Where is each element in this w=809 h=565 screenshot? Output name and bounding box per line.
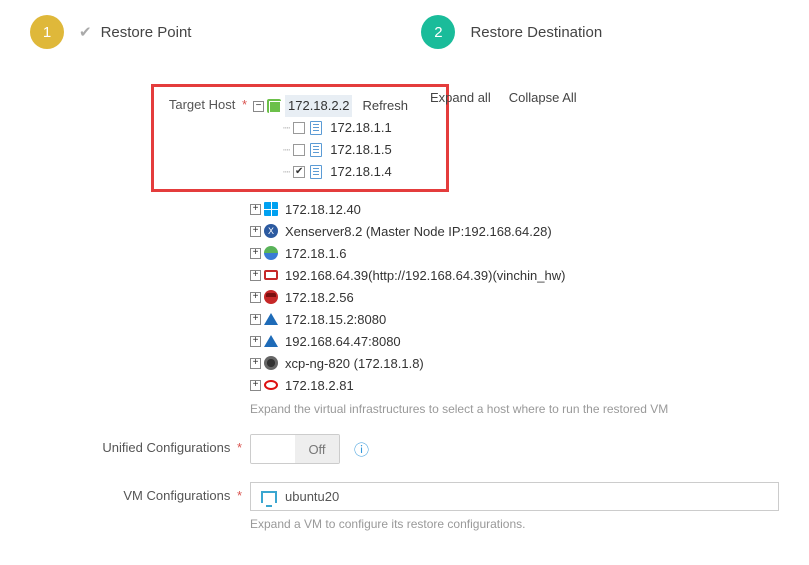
label-vm-config: VM Configurations [123, 488, 230, 503]
step-restore-point[interactable]: 1 ✔ Restore Point [30, 15, 191, 49]
tree-node-row: + 172.18.15.2:8080 [250, 308, 779, 330]
tree-child-row: ┈ 172.18.1.1 [283, 117, 440, 139]
tree-node-row: + 192.168.64.39(http://192.168.64.39)(vi… [250, 264, 779, 286]
host-checkbox[interactable] [293, 144, 305, 156]
xenserver-icon: X [264, 224, 278, 238]
tree-node-row: + 172.18.2.81 [250, 374, 779, 396]
step-1-label: Restore Point [101, 24, 192, 41]
tree-node-label[interactable]: 192.168.64.39(http://192.168.64.39)(vinc… [282, 268, 568, 283]
tree-child-row: ┈ 172.18.1.4 [283, 161, 440, 183]
sangfor-icon [264, 246, 278, 260]
tree-expand-icon[interactable]: + [250, 226, 261, 237]
tree-root-row: − 172.18.2.2 Refresh [253, 95, 440, 117]
refresh-link[interactable]: Refresh [362, 95, 408, 117]
tree-expand-icon[interactable]: + [250, 248, 261, 259]
vm-config-item[interactable]: ubuntu20 [250, 482, 779, 511]
tree-expand-icon[interactable]: + [250, 336, 261, 347]
host-checkbox[interactable] [293, 166, 305, 178]
oracle-icon [264, 378, 278, 392]
vmware-icon [267, 99, 281, 113]
tree-node-label[interactable]: Xenserver8.2 (Master Node IP:192.168.64.… [282, 224, 555, 239]
tree-node-label[interactable]: 172.18.1.6 [282, 246, 349, 261]
tree-node-label[interactable]: 172.18.15.2:8080 [282, 312, 389, 327]
vm-config-hint: Expand a VM to configure its restore con… [250, 517, 779, 531]
label-target-host-text: Target Host [169, 97, 235, 112]
step-2-label: Restore Destination [470, 24, 602, 41]
tree-node-label[interactable]: 192.168.64.47:8080 [282, 334, 404, 349]
tree-node-row: + 172.18.12.40 [250, 198, 779, 220]
vm-name: ubuntu20 [285, 489, 339, 504]
field-vm-config: VM Configurations * ubuntu20 Expand a VM… [30, 482, 779, 531]
host-icon [309, 121, 323, 135]
tree-expand-icon[interactable]: + [250, 292, 261, 303]
tree-expand-icon[interactable]: + [250, 358, 261, 369]
tree-node-row: + 192.168.64.47:8080 [250, 330, 779, 352]
tree-node-label[interactable]: 172.18.12.40 [282, 202, 364, 217]
toggle-off-label: Off [295, 435, 339, 463]
target-host-hint: Expand the virtual infrastructures to se… [250, 402, 779, 416]
windows-icon [264, 202, 278, 216]
tree-child-label[interactable]: 172.18.1.4 [327, 161, 394, 183]
info-icon[interactable]: ⓘ [354, 439, 369, 460]
unified-config-toggle[interactable]: Off [250, 434, 340, 464]
azure-icon [264, 312, 278, 326]
check-icon: ✔ [79, 23, 92, 41]
tree-node-label[interactable]: xcp-ng-820 (172.18.1.8) [282, 356, 427, 371]
tree-node-label[interactable]: 172.18.2.56 [282, 290, 357, 305]
tree-child-row: ┈ 172.18.1.5 [283, 139, 440, 161]
tree-expand-icon[interactable]: + [250, 314, 261, 325]
label-unified-config: Unified Configurations [102, 440, 230, 455]
tree-collapse-icon[interactable]: − [253, 101, 264, 112]
tree-node-label[interactable]: 172.18.2.81 [282, 378, 357, 393]
highlight-box: Target Host * − 172.18.2.2 Refresh [151, 84, 449, 192]
tree-children: ┈ 172.18.1.1 ┈ 172.18.1.5 [253, 117, 440, 183]
tree-node-row: + 172.18.1.6 [250, 242, 779, 264]
tree-child-label[interactable]: 172.18.1.1 [327, 117, 394, 139]
tree-expand-icon[interactable]: + [250, 380, 261, 391]
field-target-host: Target Host * − 172.18.2.2 Refresh [30, 84, 779, 416]
host-icon [309, 165, 323, 179]
wizard-steps: 1 ✔ Restore Point 2 Restore Destination [0, 0, 809, 64]
host-icon [309, 143, 323, 157]
tree-expand-icon[interactable]: + [250, 270, 261, 281]
step-restore-destination[interactable]: 2 Restore Destination [421, 15, 602, 49]
tree-node-row: + X Xenserver8.2 (Master Node IP:192.168… [250, 220, 779, 242]
tree-node-row: + 172.18.2.56 [250, 286, 779, 308]
field-unified-config: Unified Configurations * Off ⓘ [30, 434, 779, 464]
ovirt-icon [264, 268, 278, 282]
expand-all-link[interactable]: Expand all [430, 90, 491, 105]
tree-root-label[interactable]: 172.18.2.2 [285, 95, 352, 117]
tree-node-row: + xcp-ng-820 (172.18.1.8) [250, 352, 779, 374]
azure-icon [264, 334, 278, 348]
redhat-icon [264, 290, 278, 304]
host-checkbox[interactable] [293, 122, 305, 134]
collapse-all-link[interactable]: Collapse All [509, 90, 577, 105]
monitor-icon [261, 491, 277, 503]
step-1-circle: 1 [30, 15, 64, 49]
tree-child-label[interactable]: 172.18.1.5 [327, 139, 394, 161]
tree-expand-icon[interactable]: + [250, 204, 261, 215]
xcp-icon [264, 356, 278, 370]
step-2-circle: 2 [421, 15, 455, 49]
tree-siblings: + 172.18.12.40 + X Xenserver8.2 (Master … [250, 198, 779, 396]
